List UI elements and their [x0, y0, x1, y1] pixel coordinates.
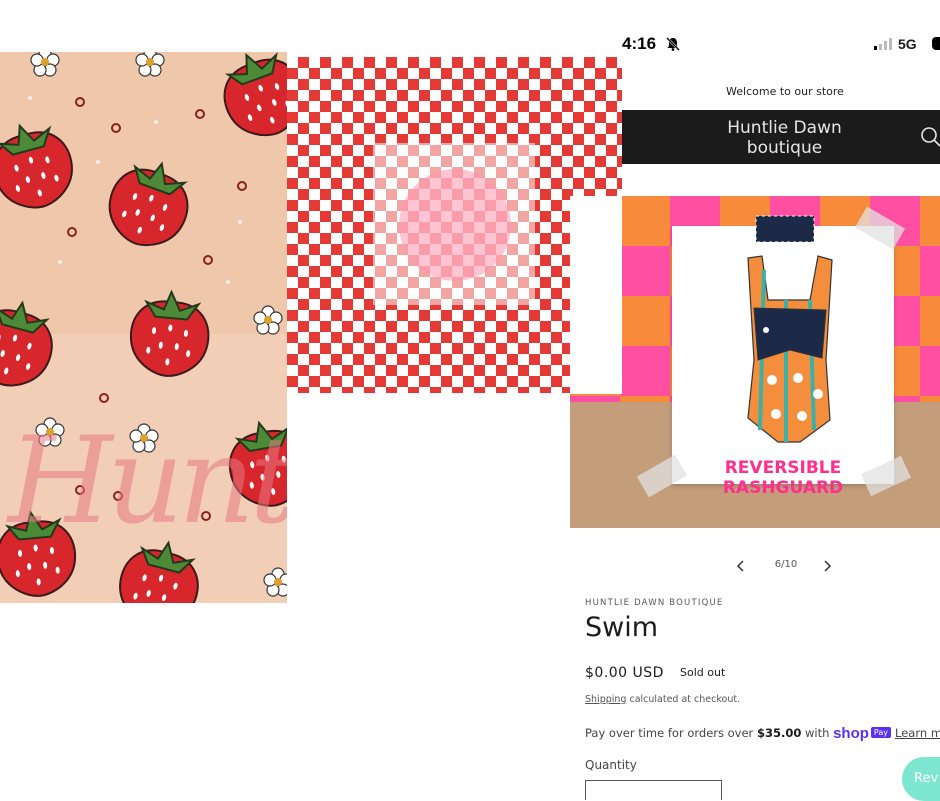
chevron-left-icon[interactable]	[736, 559, 746, 573]
reviews-widget-button[interactable]: Rev	[902, 757, 940, 801]
product-title: Swim	[585, 612, 659, 643]
signal-icon	[874, 38, 892, 50]
store-name-line1: Huntlie Dawn	[727, 118, 842, 138]
announcement-bar: Welcome to our store	[726, 85, 844, 98]
shop-pay-badge: Pay	[870, 727, 892, 738]
product-image[interactable]: REVERSIBLE RASHGUARD	[570, 196, 940, 528]
battery-icon	[932, 37, 940, 50]
status-time: 4:16	[622, 34, 657, 53]
search-icon[interactable]	[920, 126, 940, 148]
product-vendor: HUNTLIE DAWN BOUTIQUE	[585, 598, 724, 608]
gallery-pager: 6/10	[730, 556, 840, 576]
learn-more-link[interactable]: Learn more	[895, 726, 940, 740]
bell-muted-icon	[666, 37, 680, 51]
watermark-text: Huntl	[8, 412, 287, 551]
gallery-counter: 6/10	[774, 559, 798, 570]
image-caption: REVERSIBLE RASHGUARD	[722, 458, 844, 498]
shop-logo: shop	[833, 725, 869, 742]
quantity-input[interactable]	[585, 780, 722, 800]
store-logo-link[interactable]: Huntlie Dawn boutique	[682, 118, 887, 158]
network-label: 5G	[898, 36, 917, 52]
shipping-text: calculated at checkout.	[626, 694, 741, 705]
strawberry-pattern-image: Huntl	[0, 52, 287, 603]
image-white-corner	[570, 196, 622, 394]
sold-out-badge: Sold out	[680, 666, 726, 679]
installments-with: with	[801, 726, 834, 740]
store-header: Huntlie Dawn boutique	[622, 110, 940, 164]
pink-circle	[399, 169, 511, 281]
shipping-note: Shipping calculated at checkout.	[585, 694, 740, 705]
installments-amount: $35.00	[756, 726, 802, 740]
shipping-link[interactable]: Shipping	[585, 694, 626, 705]
store-name-line2: boutique	[746, 138, 823, 158]
swimsuit-illustration	[747, 215, 833, 443]
chevron-right-icon[interactable]	[822, 559, 832, 573]
shop-pay-installments: Pay over time for orders over $35.00 wit…	[585, 725, 940, 742]
quantity-label: Quantity	[585, 758, 637, 772]
installments-prefix: Pay over time for orders over	[585, 726, 757, 740]
status-bar: 4:16 5G	[622, 34, 940, 60]
product-price: $0.00 USD	[585, 665, 664, 681]
